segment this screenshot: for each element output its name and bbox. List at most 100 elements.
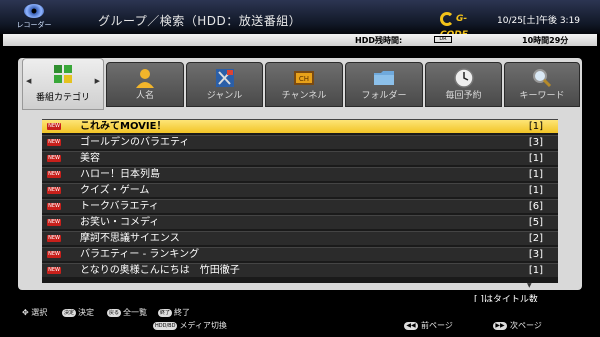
tab-genre[interactable]: ジャンル (186, 62, 263, 107)
list-item-count: [1] (528, 169, 543, 180)
list-item-name: これみてMOVIE！ (80, 121, 167, 132)
list-item[interactable]: NEW お笑い・コメディ [5] (42, 215, 558, 229)
tab-label: チャンネル (281, 91, 327, 101)
fast-forward-icon: ▶▶ (493, 321, 507, 330)
clock-icon (453, 68, 474, 88)
list-item-name: ハロー！日本列島 (80, 169, 160, 180)
all-list-label: 全一覧 (123, 308, 148, 317)
new-badge: NEW (47, 123, 61, 130)
prev-page-label: 前ページ (421, 321, 453, 330)
list-item[interactable]: NEW ハロー！日本列島 [1] (42, 167, 558, 181)
category-grid-icon (54, 65, 72, 83)
all-list-hint: 戻る 全一覧 (107, 307, 147, 318)
list-item-count: [3] (528, 137, 543, 148)
person-icon (136, 69, 154, 88)
new-badge: NEW (47, 203, 61, 210)
list-item-count: [1] (528, 153, 543, 164)
tab-folder[interactable]: フォルダー (345, 62, 423, 107)
gcode-icon (440, 11, 454, 26)
tab-right-arrow-icon: ▶ (94, 77, 100, 85)
channel-tv-icon: CH (294, 71, 314, 85)
enter-key-icon: 決定 (62, 308, 77, 317)
disc-icon (24, 4, 44, 18)
header-bar: レコーダー グループ／検索（HDD：放送番組） G-CODE 10/25[土]午… (0, 0, 600, 40)
return-key-icon: 戻る (107, 308, 122, 317)
list-item[interactable]: NEW これみてMOVIE！ [1] (42, 119, 558, 133)
new-badge: NEW (47, 251, 61, 258)
exit-label: 終了 (174, 308, 191, 317)
hdd-remaining-label: HDD残時間: (355, 36, 403, 45)
tab-channel[interactable]: CH チャンネル (265, 62, 343, 107)
enter-hint: 決定 決定 (62, 307, 94, 318)
list-item-name: 摩訶不思議サイエンス (80, 233, 180, 244)
new-badge: NEW (47, 171, 61, 178)
magnifier-icon (533, 69, 552, 88)
prev-page-hint[interactable]: ◀◀ 前ページ (404, 320, 453, 331)
tab-recurring-timer[interactable]: 毎回予約 (425, 62, 502, 107)
gcode-logo: G-CODE (440, 11, 486, 40)
list-item[interactable]: NEW ゴールデンのバラエティ [3] (42, 135, 558, 149)
page-title: グループ／検索（HDD：放送番組） (98, 14, 302, 28)
tab-person[interactable]: 人名 (106, 62, 184, 107)
list-item-name: バラエティー - ランキング (80, 249, 200, 260)
svg-text:CH: CH (299, 75, 309, 83)
dpad-icon: ✥ (22, 308, 29, 317)
tab-keyword[interactable]: キーワード (504, 62, 580, 107)
list-item-name: クイズ・ゲーム (80, 185, 150, 196)
tab-category[interactable]: ◀ ▶ 番組カテゴリ (22, 58, 104, 110)
folder-icon (374, 71, 394, 85)
new-badge: NEW (47, 155, 61, 162)
media-switch-label: メディア切換 (179, 321, 227, 330)
list-item[interactable]: NEW となりの奥様こんにちは 竹田徹子 [1] (42, 263, 558, 277)
tab-label: キーワード (519, 91, 565, 101)
new-badge: NEW (47, 139, 61, 146)
list-item[interactable]: NEW クイズ・ゲーム [1] (42, 183, 558, 197)
genre-tools-icon (215, 69, 234, 87)
category-list: NEW これみてMOVIE！ [1] NEW ゴールデンのバラエティ [3] N… (42, 119, 558, 283)
scroll-down-icon[interactable]: ▼ (527, 282, 532, 289)
list-item-count: [1] (528, 265, 543, 276)
list-item[interactable]: NEW バラエティー - ランキング [3] (42, 247, 558, 261)
recording-mode-badge: DR (434, 36, 452, 43)
list-item-name: となりの奥様こんにちは 竹田徹子 (80, 265, 240, 276)
list-item-count: [3] (528, 249, 543, 260)
hdd-remaining-value: 10時間29分 (522, 36, 569, 45)
list-item-name: お笑い・コメディ (80, 217, 160, 228)
next-page-hint[interactable]: ▶▶ 次ページ (493, 320, 542, 331)
tab-label: ジャンル (206, 91, 243, 101)
hdd-remaining-bar: HDD残時間: DR 10時間29分 (3, 34, 597, 46)
tab-label: 毎回予約 (445, 91, 482, 101)
new-badge: NEW (47, 235, 61, 242)
footer-guide: ✥ 選択 決定 決定 戻る 全一覧 終了 終了 HDD/BD メディア切換 ◀◀ 前ページ… (0, 302, 600, 337)
enter-label: 決定 (78, 308, 95, 317)
tab-label: フォルダー (361, 91, 407, 101)
list-item-name: ゴールデンのバラエティ (80, 137, 190, 148)
next-page-label: 次ページ (510, 321, 542, 330)
select-hint: ✥ 選択 (22, 307, 47, 318)
media-switch-hint: HDD/BD メディア切換 (153, 320, 227, 331)
list-item-name: トークバラエティ (80, 201, 159, 212)
list-item-count: [2] (528, 233, 543, 244)
recorder-logo: レコーダー (10, 2, 58, 32)
list-item[interactable]: NEW トークバラエティ [6] (42, 199, 558, 213)
list-item-count: [1] (528, 185, 543, 196)
list-item-count: [1] (528, 121, 543, 132)
list-item-count: [6] (528, 201, 543, 212)
exit-key-icon: 終了 (158, 308, 173, 317)
select-label: 選択 (31, 308, 48, 317)
new-badge: NEW (47, 267, 61, 274)
rewind-icon: ◀◀ (404, 321, 418, 330)
new-badge: NEW (47, 219, 61, 226)
tab-left-arrow-icon: ◀ (26, 77, 32, 85)
logo-label: レコーダー (16, 21, 52, 29)
exit-hint: 終了 終了 (158, 307, 190, 318)
datetime: 10/25[土]午後 3:19 (497, 16, 581, 26)
media-key-icon: HDD/BD (153, 321, 178, 330)
list-item-count: [5] (528, 217, 543, 228)
new-badge: NEW (47, 187, 61, 194)
tab-label: 番組カテゴリ (35, 93, 90, 103)
list-item[interactable]: NEW 美容 [1] (42, 151, 558, 165)
tab-bar: ◀ ▶ 番組カテゴリ 人名 ジャンル CH チャンネル フォルダー 毎回予約 キ… (20, 58, 580, 110)
list-item[interactable]: NEW 摩訶不思議サイエンス [2] (42, 231, 558, 245)
tab-label: 人名 (135, 91, 154, 101)
